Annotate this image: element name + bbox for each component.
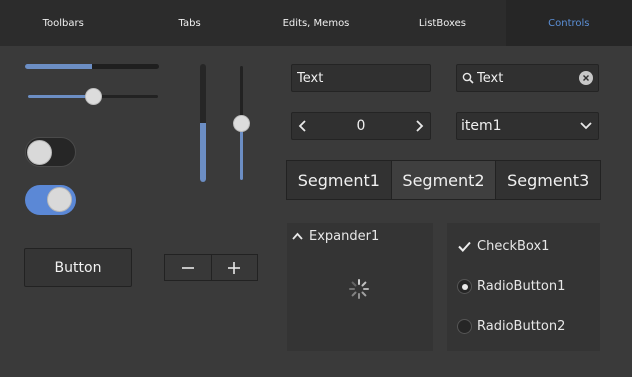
- tab-bar: Toolbars Tabs Edits, Memos ListBoxes Con…: [0, 0, 632, 46]
- combo-box[interactable]: item1: [456, 112, 599, 140]
- checkbox[interactable]: CheckBox1: [457, 239, 549, 254]
- search-icon: [459, 72, 477, 84]
- segment-1[interactable]: Segment1: [287, 161, 391, 199]
- progress-bar: [25, 64, 159, 69]
- expander-header[interactable]: Expander1: [287, 223, 433, 249]
- spin-box: [164, 254, 258, 281]
- radio-button-1[interactable]: RadioButton1: [457, 279, 565, 294]
- toggle-knob: [27, 140, 52, 165]
- expander-label: Expander1: [309, 228, 380, 244]
- text-edit[interactable]: [291, 64, 431, 92]
- expander: Expander1: [287, 223, 433, 351]
- toggle-switch-on[interactable]: [25, 185, 76, 215]
- radio-unchecked-icon: [457, 319, 472, 334]
- radio-button-2-label: RadioButton2: [477, 319, 566, 334]
- vertical-slider[interactable]: [232, 66, 252, 180]
- vertical-progress-fill: [200, 123, 206, 182]
- increment-button[interactable]: [212, 255, 258, 280]
- minus-icon: [181, 266, 194, 269]
- radio-button-2[interactable]: RadioButton2: [457, 319, 565, 334]
- text-edit-input[interactable]: [297, 65, 430, 91]
- checkbox-label: CheckBox1: [477, 239, 550, 254]
- loading-spinner-icon: [349, 279, 369, 299]
- options-panel: CheckBox1 RadioButton1 RadioButton2: [447, 223, 600, 351]
- segment-3[interactable]: Segment3: [495, 161, 600, 199]
- chevron-left-icon[interactable]: [298, 117, 308, 136]
- tab-edits-memos[interactable]: Edits, Memos: [253, 0, 379, 46]
- tab-controls[interactable]: Controls: [505, 0, 632, 46]
- chevron-right-icon[interactable]: [414, 117, 424, 136]
- segmented-control: Segment1 Segment2 Segment3: [286, 160, 601, 200]
- vertical-slider-thumb[interactable]: [233, 115, 250, 132]
- slider-thumb[interactable]: [85, 88, 102, 105]
- tab-listboxes[interactable]: ListBoxes: [379, 0, 505, 46]
- toggle-knob: [47, 187, 72, 212]
- clear-icon[interactable]: [579, 71, 593, 85]
- tab-toolbars[interactable]: Toolbars: [0, 0, 126, 46]
- search-edit[interactable]: [456, 64, 599, 92]
- radio-checked-icon: [457, 279, 472, 294]
- slider-fill: [28, 95, 93, 98]
- vertical-progress-bar: [200, 64, 206, 182]
- search-input[interactable]: [477, 65, 579, 91]
- segment-2[interactable]: Segment2: [390, 161, 496, 199]
- number-box[interactable]: 0: [291, 112, 431, 140]
- button[interactable]: Button: [24, 248, 132, 287]
- combo-selected-value: item1: [461, 118, 502, 134]
- toggle-switch-off[interactable]: [25, 137, 76, 167]
- decrement-button[interactable]: [165, 255, 212, 280]
- number-value: 0: [356, 118, 366, 134]
- chevron-down-icon: [580, 118, 592, 134]
- plus-icon: [228, 261, 241, 274]
- horizontal-slider[interactable]: [28, 88, 158, 106]
- tab-tabs[interactable]: Tabs: [126, 0, 252, 46]
- progress-fill: [25, 64, 92, 69]
- chevron-up-icon: [292, 229, 303, 244]
- checkmark-icon: [457, 239, 472, 254]
- radio-button-1-label: RadioButton1: [477, 279, 566, 294]
